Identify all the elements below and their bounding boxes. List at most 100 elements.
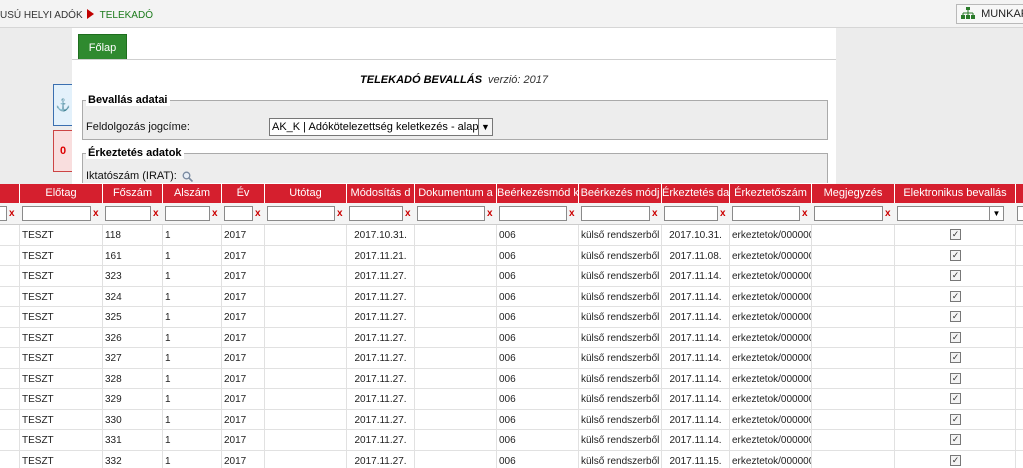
side-tab-error-count[interactable]: 0 <box>53 130 73 172</box>
table-row[interactable]: TESZT 332 1 2017 2017.11.27. 006 külső rendsze… <box>0 450 1023 468</box>
table-cell: erkeztetok/000000 <box>730 389 812 409</box>
column-header[interactable]: Módosítás d <box>347 184 415 203</box>
clear-filter-icon[interactable]: x <box>885 208 891 219</box>
filter-input[interactable] <box>267 206 335 221</box>
table-row[interactable]: TESZT 326 1 2017 2017.11.27. 006 külső rendsze… <box>0 327 1023 348</box>
table-row[interactable]: TESZT 323 1 2017 2017.11.27. 006 külső rendsze… <box>0 266 1023 287</box>
jogcim-select[interactable]: AK_K | Adókötelezettség keletkezés - ala… <box>269 118 493 136</box>
clear-filter-icon[interactable]: x <box>720 208 726 219</box>
column-header[interactable]: Főszám <box>103 184 163 203</box>
tab-folap[interactable]: Főlap <box>78 34 127 60</box>
table-cell: külső rendszerből <box>579 368 662 389</box>
table-row[interactable]: TESZT 327 1 2017 2017.11.27. 006 külső rendsze… <box>0 348 1023 369</box>
table-cell: 2017.11.14. <box>662 286 730 307</box>
filter-input[interactable] <box>0 206 7 221</box>
column-header[interactable]: Előtag <box>20 184 103 203</box>
electronic-filing-checkbox[interactable]: ✓ <box>950 413 961 425</box>
table-cell <box>265 225 347 245</box>
table-row[interactable]: TESZT 161 1 2017 2017.11.21. 006 külső rendsze… <box>0 245 1023 266</box>
electronic-filing-checkbox[interactable]: ✓ <box>950 352 961 363</box>
clear-filter-icon[interactable]: x <box>487 208 493 219</box>
filter-input[interactable] <box>349 206 403 221</box>
column-header[interactable]: Dokumentum a <box>415 184 497 203</box>
electronic-filing-checkbox[interactable]: ✓ <box>950 249 961 261</box>
column-header[interactable]: Beérkezés módj <box>579 184 662 203</box>
filter-input[interactable] <box>581 206 650 221</box>
electronic-filing-checkbox[interactable]: ✓ <box>950 311 961 322</box>
table-cell: erkeztetok/000000 <box>730 286 812 307</box>
clear-filter-icon[interactable]: x <box>153 208 159 219</box>
table-cell: 2017.11.27. <box>347 368 415 389</box>
clear-filter-icon[interactable]: x <box>337 208 343 219</box>
table-cell: 006 <box>497 225 579 245</box>
filter-input[interactable] <box>732 206 800 221</box>
erkeztetes-fieldset: Érkeztetés adatok Iktatószám (IRAT): <box>82 147 828 183</box>
table-cell: 006 <box>497 307 579 327</box>
electronic-filing-checkbox[interactable]: ✓ <box>950 454 961 466</box>
electronic-filing-checkbox[interactable]: ✓ <box>950 434 961 445</box>
table-cell: 2017.11.21. <box>347 245 415 266</box>
table-cell: külső rendszerből <box>579 327 662 348</box>
table-cell <box>265 286 347 307</box>
column-header-leading <box>0 184 20 203</box>
clear-filter-icon[interactable]: x <box>802 208 808 219</box>
clear-filter-icon[interactable]: x <box>569 208 575 219</box>
column-header[interactable]: Alszám <box>163 184 222 203</box>
breadcrumb-current[interactable]: TELEKADÓ <box>100 10 153 21</box>
filter-input[interactable] <box>22 206 91 221</box>
electronic-filing-checkbox[interactable]: ✓ <box>950 290 961 302</box>
electronic-filing-checkbox[interactable]: ✓ <box>950 393 961 404</box>
table-row[interactable]: TESZT 324 1 2017 2017.11.27. 006 külső rendsze… <box>0 286 1023 307</box>
electronic-filing-checkbox[interactable]: ✓ <box>950 229 961 240</box>
clear-filter-icon[interactable]: x <box>9 208 15 219</box>
column-header[interactable]: Év <box>222 184 265 203</box>
clear-filter-icon[interactable]: x <box>212 208 218 219</box>
table-cell <box>415 348 497 368</box>
table-cell: TESZT <box>20 266 103 286</box>
clear-filter-icon[interactable]: x <box>93 208 99 219</box>
filter-input[interactable] <box>814 206 883 221</box>
table-row[interactable]: TESZT 118 1 2017 2017.10.31. 006 külső rendsze… <box>0 225 1023 246</box>
filter-input[interactable] <box>105 206 151 221</box>
filter-input[interactable] <box>499 206 567 221</box>
table-cell: erkeztetok/000000 <box>730 368 812 389</box>
table-cell: TESZT <box>20 348 103 368</box>
column-header[interactable]: Érkeztetőszám <box>730 184 812 203</box>
filter-input[interactable] <box>165 206 210 221</box>
table-cell: TESZT <box>20 225 103 245</box>
column-header[interactable]: Beérkezésmód k <box>497 184 579 203</box>
table-cell <box>415 307 497 327</box>
breadcrumb-parent[interactable]: USÚ HELYI ADÓK <box>0 10 83 21</box>
table-cell: erkeztetok/000000 <box>730 430 812 450</box>
table-row[interactable]: TESZT 329 1 2017 2017.11.27. 006 külső rendsze… <box>0 389 1023 410</box>
clear-filter-icon[interactable]: x <box>405 208 411 219</box>
table-cell: 1 <box>163 225 222 245</box>
filter-input[interactable] <box>1017 206 1023 221</box>
table-cell <box>0 389 20 409</box>
filter-input[interactable] <box>417 206 485 221</box>
column-header[interactable]: Elektronikus bevallás <box>895 184 1016 203</box>
clear-filter-icon[interactable]: x <box>652 208 658 219</box>
workspace-button[interactable]: MUNKAF <box>956 4 1023 24</box>
filter-input[interactable] <box>664 206 718 221</box>
filter-select[interactable]: ▼ <box>897 206 1004 221</box>
table-row[interactable]: TESZT 331 1 2017 2017.11.27. 006 külső rendsze… <box>0 430 1023 451</box>
table-row[interactable]: TESZT 325 1 2017 2017.11.27. 006 külső rendsze… <box>0 307 1023 328</box>
table-cell: 2017 <box>222 225 265 245</box>
table-cell: 006 <box>497 286 579 307</box>
column-header[interactable]: Utótag <box>265 184 347 203</box>
table-cell: 1 <box>163 266 222 286</box>
table-row[interactable]: TESZT 328 1 2017 2017.11.27. 006 külső rendsze… <box>0 368 1023 389</box>
table-cell: 323 <box>103 266 163 286</box>
side-tab-anchor[interactable]: ⚓ <box>53 84 73 126</box>
electronic-filing-checkbox[interactable]: ✓ <box>950 331 961 343</box>
table-cell: 2017.11.14. <box>662 307 730 327</box>
column-header[interactable]: Megjegyzés <box>812 184 895 203</box>
table-row[interactable]: TESZT 330 1 2017 2017.11.27. 006 külső rendsze… <box>0 409 1023 430</box>
filter-input[interactable] <box>224 206 253 221</box>
search-icon[interactable] <box>182 171 193 182</box>
electronic-filing-checkbox[interactable]: ✓ <box>950 270 961 281</box>
clear-filter-icon[interactable]: x <box>255 208 261 219</box>
electronic-filing-checkbox[interactable]: ✓ <box>950 372 961 384</box>
column-header[interactable]: Érkeztetés da <box>662 184 730 203</box>
